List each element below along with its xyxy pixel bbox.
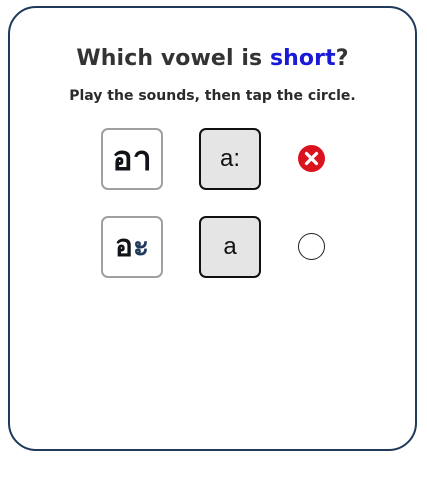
question-title-suffix: ? — [335, 46, 349, 71]
thai-letter-tile[interactable]: อา — [101, 128, 163, 190]
thai-vowel: า — [132, 139, 152, 179]
thai-letter: อะ — [115, 232, 149, 262]
empty-circle-icon[interactable] — [298, 233, 325, 260]
thai-consonant: อ — [114, 229, 133, 264]
thai-vowel: ะ — [132, 229, 150, 264]
question-title-accent: short — [269, 46, 336, 71]
question-title-prefix: Which vowel is — [76, 46, 270, 71]
quiz-card: Which vowel is short? Play the sounds, t… — [8, 6, 417, 451]
close-circle-icon[interactable] — [298, 145, 325, 172]
x-mark-icon — [304, 151, 319, 166]
thai-consonant: อ — [112, 139, 133, 179]
thai-letter: อา — [112, 142, 152, 176]
play-sound-button[interactable]: a: — [199, 128, 261, 190]
question-title: Which vowel is short? — [10, 46, 415, 71]
instruction-text: Play the sounds, then tap the circle. — [69, 88, 356, 104]
option-row-long: อา a: — [10, 128, 415, 192]
thai-letter-tile[interactable]: อะ — [101, 216, 163, 278]
option-row-short: อะ a — [10, 216, 415, 280]
play-sound-button[interactable]: a — [199, 216, 261, 278]
